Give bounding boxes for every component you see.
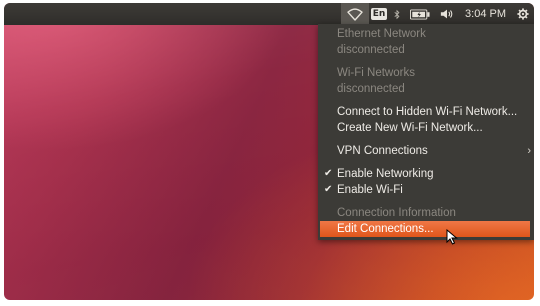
keyboard-layout-indicator[interactable]: En [369, 3, 389, 25]
chevron-right-icon: › [527, 145, 531, 157]
ethernet-network-header: Ethernet Network [337, 28, 426, 40]
bluetooth-icon [394, 9, 400, 19]
vpn-connections-item[interactable]: VPN Connections › [318, 143, 534, 159]
enable-wifi-item[interactable]: ✔ Enable Wi-Fi [318, 182, 534, 198]
wifi-status: disconnected [337, 83, 405, 95]
clock[interactable]: 3:04 PM [459, 3, 512, 25]
connect-hidden-wifi-item[interactable]: Connect to Hidden Wi-Fi Network... [318, 104, 534, 120]
volume-icon [440, 9, 453, 19]
checkmark-icon: ✔ [324, 168, 333, 179]
connection-information-item: Connection Information [337, 207, 456, 219]
wifi-networks-header: Wi-Fi Networks [337, 67, 415, 79]
battery-indicator[interactable] [405, 3, 435, 25]
bluetooth-indicator[interactable] [389, 3, 405, 25]
gear-icon [517, 8, 529, 20]
network-menu: Ethernet Network disconnected Wi-Fi Netw… [318, 24, 534, 240]
create-new-wifi-item[interactable]: Create New Wi-Fi Network... [318, 120, 534, 136]
enable-networking-item[interactable]: ✔ Enable Networking [318, 166, 534, 182]
vpn-connections-label: VPN Connections [337, 145, 428, 157]
ethernet-status: disconnected [337, 44, 405, 56]
battery-icon [410, 9, 430, 19]
network-indicator[interactable] [341, 3, 370, 25]
checkmark-icon: ✔ [324, 184, 333, 195]
wifi-icon [347, 7, 363, 21]
enable-networking-label: Enable Networking [337, 168, 434, 180]
top-panel: En 3:04 PM [4, 3, 534, 25]
edit-connections-item[interactable]: Edit Connections... [320, 221, 530, 237]
desktop-screen: En 3:04 PM Ethernet Network disconnected… [4, 3, 534, 300]
volume-indicator[interactable] [435, 3, 459, 25]
enable-wifi-label: Enable Wi-Fi [337, 184, 403, 196]
mouse-cursor-icon [446, 229, 458, 245]
session-indicator[interactable] [512, 3, 534, 25]
system-tray: En 3:04 PM [341, 3, 534, 25]
